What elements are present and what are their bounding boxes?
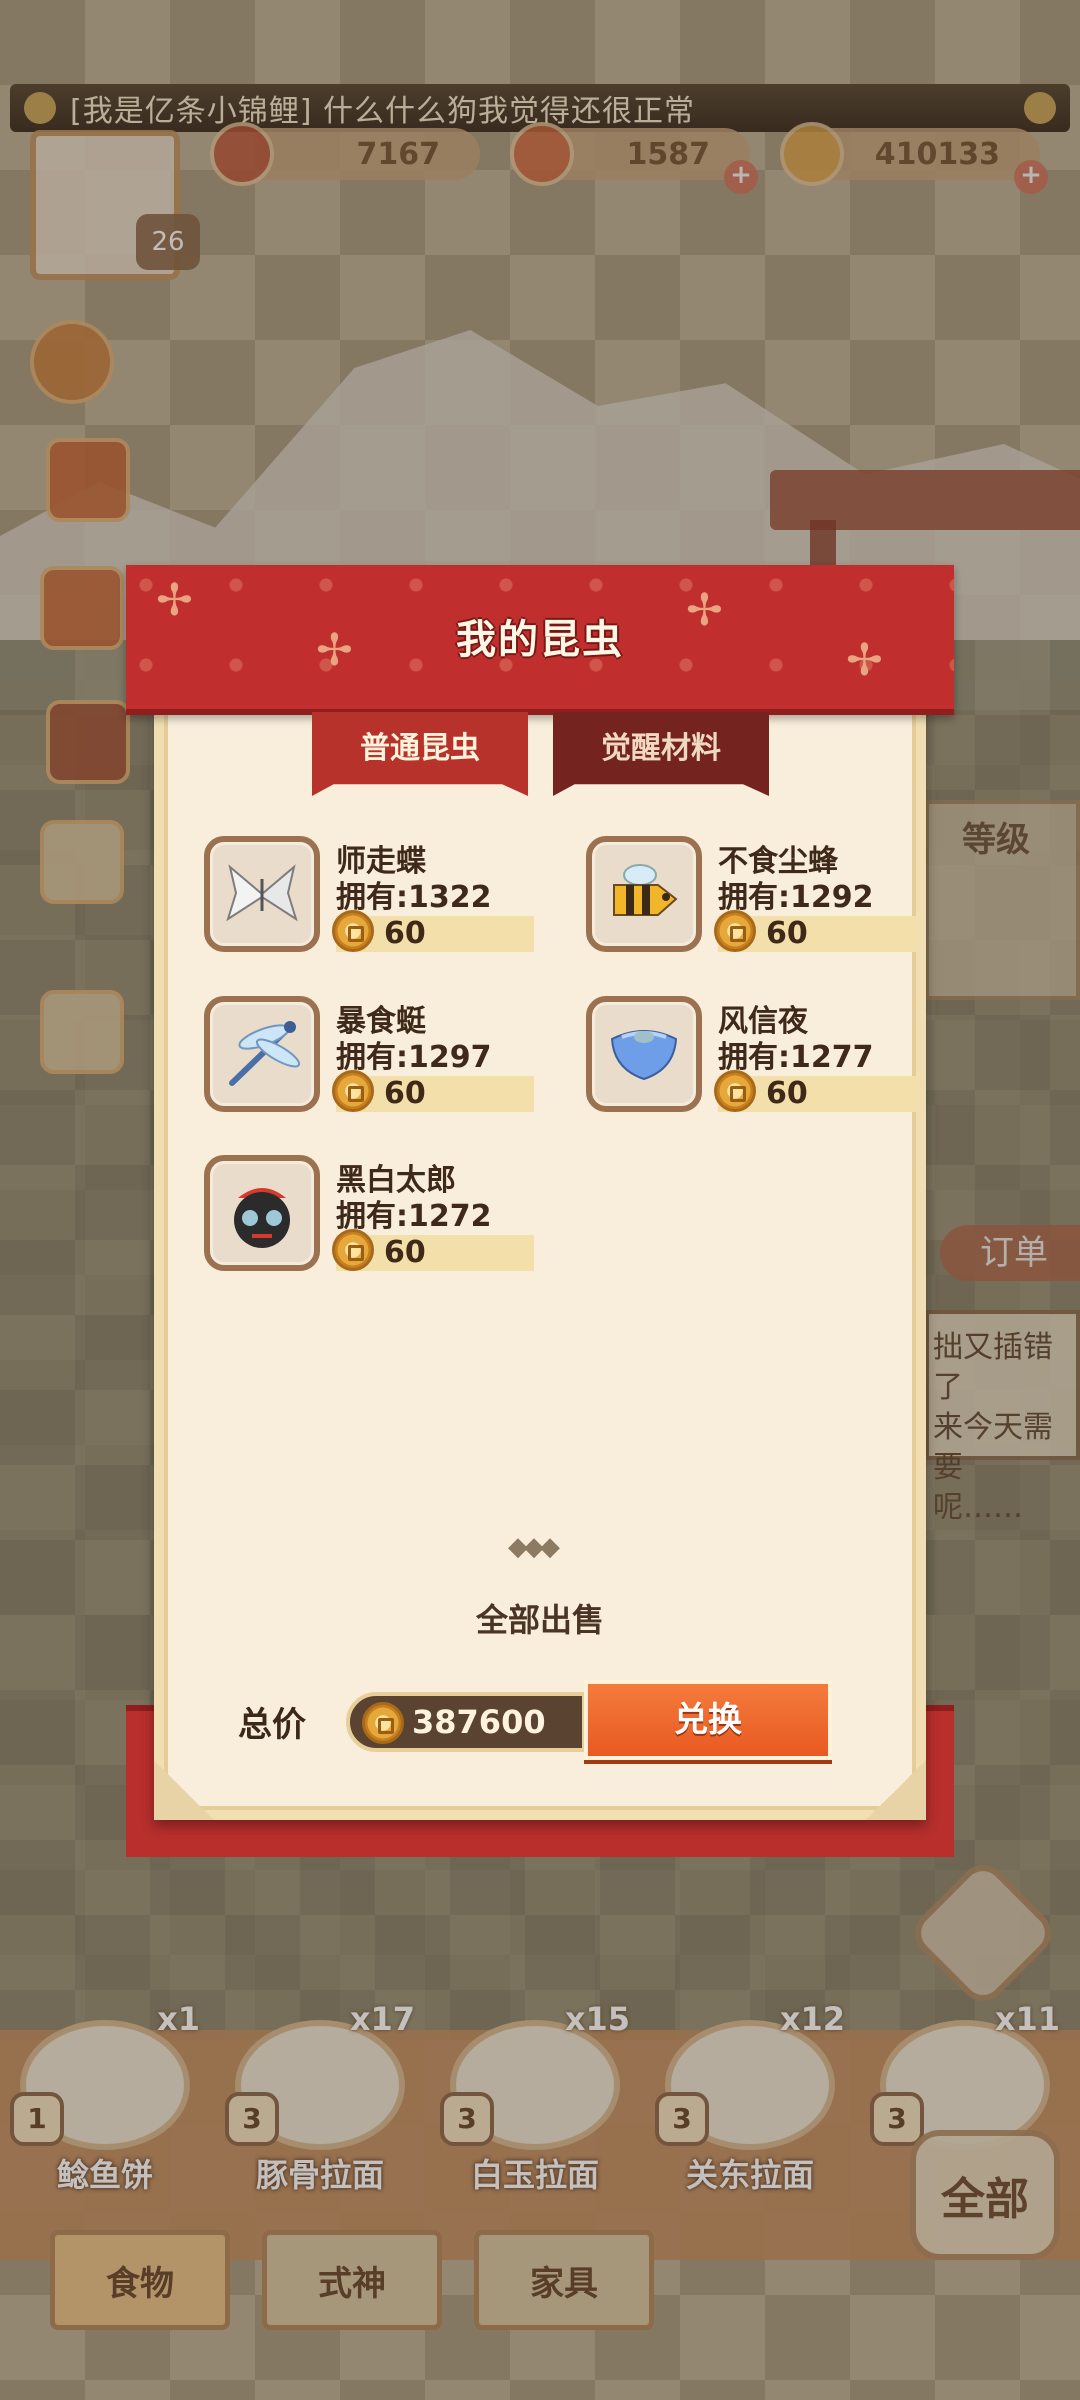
coin-icon bbox=[332, 1229, 374, 1271]
price-bar: 60 bbox=[714, 910, 916, 952]
insect-item[interactable]: 不食尘蜂 拥有:1292 60 bbox=[586, 836, 946, 966]
insect-icon-frame bbox=[586, 996, 702, 1112]
price-bar: 60 bbox=[332, 910, 534, 952]
insect-owned-count: 拥有:1322 bbox=[336, 880, 492, 915]
insect-icon-frame bbox=[586, 836, 702, 952]
total-price-value: 387600 bbox=[412, 1703, 546, 1741]
insect-modal-header: ✢ ✢ ✢ ✢ 我的昆虫 bbox=[126, 565, 954, 715]
total-price-box: 387600 bbox=[346, 1692, 586, 1752]
insect-item[interactable]: 风信夜 拥有:1277 60 bbox=[586, 996, 946, 1126]
insect-icon-frame bbox=[204, 996, 320, 1112]
bee-icon bbox=[613, 864, 678, 916]
dragonfly-icon bbox=[229, 1021, 301, 1086]
ladybug-icon bbox=[234, 1188, 290, 1248]
insect-price: 60 bbox=[384, 916, 426, 951]
tab-awakening-materials[interactable]: 觉醒材料 bbox=[553, 712, 769, 796]
modal-title: 我的昆虫 bbox=[456, 617, 624, 663]
insect-icon-frame bbox=[204, 836, 320, 952]
price-bar: 60 bbox=[332, 1070, 534, 1112]
moth-icon bbox=[610, 1030, 678, 1081]
tab-normal-insects[interactable]: 普通昆虫 bbox=[312, 712, 528, 796]
coin-icon bbox=[332, 910, 374, 952]
insect-price: 60 bbox=[384, 1076, 426, 1111]
insect-item[interactable]: 师走蝶 拥有:1322 60 bbox=[204, 836, 564, 966]
coin-icon bbox=[332, 1070, 374, 1112]
insect-price: 60 bbox=[384, 1235, 426, 1270]
exchange-button[interactable]: 兑换 bbox=[584, 1680, 832, 1760]
insect-item[interactable]: 黑白太郎 拥有:1272 60 bbox=[204, 1155, 564, 1285]
insect-item[interactable]: 暴食蜓 拥有:1297 60 bbox=[204, 996, 564, 1126]
insect-owned-count: 拥有:1272 bbox=[336, 1199, 492, 1234]
insect-price: 60 bbox=[766, 916, 808, 951]
insect-owned-count: 拥有:1277 bbox=[718, 1040, 874, 1075]
diamond-divider-icon: ◆◆◆ bbox=[508, 1532, 560, 1562]
coin-icon bbox=[714, 1070, 756, 1112]
insect-owned-count: 拥有:1292 bbox=[718, 880, 874, 915]
price-bar: 60 bbox=[332, 1229, 534, 1271]
insect-owned-count: 拥有:1297 bbox=[336, 1040, 492, 1075]
price-bar: 60 bbox=[714, 1070, 916, 1112]
coin-icon bbox=[362, 1702, 404, 1744]
sell-all-button[interactable]: 全部出售 bbox=[0, 1595, 1080, 1641]
folded-corner bbox=[866, 1760, 926, 1820]
insect-price: 60 bbox=[766, 1076, 808, 1111]
insect-icon-frame bbox=[204, 1155, 320, 1271]
coin-icon bbox=[714, 910, 756, 952]
butterfly-icon bbox=[226, 864, 298, 922]
folded-corner bbox=[154, 1760, 214, 1820]
total-price-label: 总价 bbox=[238, 1705, 306, 1745]
